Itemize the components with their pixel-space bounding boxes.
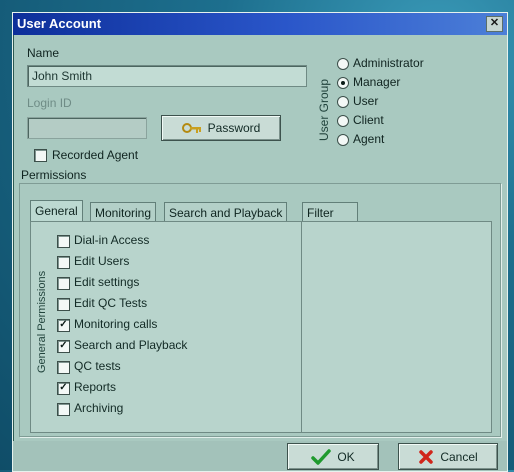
perm-edit-qc-tests-checkbox[interactable] — [57, 298, 70, 311]
radio-manager[interactable] — [337, 77, 349, 89]
perm-search-and-playback-checkbox[interactable]: ✓ — [57, 340, 70, 353]
radio-client-label: Client — [353, 113, 384, 127]
radio-user-label: User — [353, 94, 379, 108]
permissions-label: Permissions — [21, 168, 87, 182]
cancel-x-icon — [419, 449, 434, 464]
name-field[interactable]: John Smith — [27, 65, 307, 87]
perm-edit-users-checkbox[interactable] — [57, 256, 70, 269]
recorded-agent-checkbox[interactable] — [34, 149, 47, 162]
radio-agent-label: Agent — [353, 132, 385, 146]
perm-reports-label: Reports — [74, 380, 117, 394]
name-label: Name — [27, 46, 60, 60]
radio-administrator[interactable] — [337, 58, 349, 70]
radio-user[interactable] — [337, 96, 349, 108]
radio-administrator-label: Administrator — [353, 56, 424, 70]
window-title: User Account — [17, 16, 102, 31]
radio-selected-dot — [341, 81, 345, 85]
title-bar[interactable]: User Account ✕ — [13, 13, 507, 35]
tab-general[interactable]: General — [30, 200, 83, 222]
perm-search-and-playback-label: Search and Playback — [74, 338, 188, 352]
recorded-agent-label: Recorded Agent — [52, 148, 139, 162]
perm-dial-in-access-checkbox[interactable] — [57, 235, 70, 248]
radio-client[interactable] — [337, 115, 349, 127]
checkmark-icon — [311, 448, 332, 465]
ok-button-label: OK — [337, 449, 355, 464]
perm-monitoring-calls-label: Monitoring calls — [74, 317, 158, 331]
perm-edit-settings-checkbox[interactable] — [57, 277, 70, 290]
password-button[interactable]: Password — [161, 115, 281, 141]
perm-reports-checkbox[interactable]: ✓ — [57, 382, 70, 395]
cancel-button[interactable]: Cancel — [398, 443, 498, 470]
key-icon — [181, 123, 201, 133]
perm-archiving-label: Archiving — [74, 401, 124, 415]
general-permissions-label: General Permissions — [36, 270, 48, 373]
user-account-window: User Account ✕ Name John Smith Login ID … — [12, 12, 508, 472]
login-label: Login ID — [27, 96, 72, 110]
cancel-button-label: Cancel — [440, 449, 478, 464]
perm-edit-qc-tests-label: Edit QC Tests — [74, 296, 148, 310]
password-button-label: Password — [207, 121, 261, 135]
perm-edit-settings-label: Edit settings — [74, 275, 140, 289]
user-group-label: User Group — [317, 78, 331, 141]
tab-search-and-playback[interactable]: Search and Playback — [164, 202, 288, 222]
perm-archiving-checkbox[interactable] — [57, 403, 70, 416]
radio-manager-label: Manager — [353, 75, 401, 89]
tab-monitoring[interactable]: Monitoring — [90, 202, 157, 222]
perm-edit-users-label: Edit Users — [74, 254, 130, 268]
radio-agent[interactable] — [337, 134, 349, 146]
tab-filter[interactable]: Filter — [302, 202, 358, 222]
ok-button[interactable]: OK — [287, 443, 379, 470]
perm-qc-tests-label: QC tests — [74, 359, 121, 373]
perm-dial-in-access-label: Dial-in Access — [74, 233, 150, 247]
perm-qc-tests-checkbox[interactable] — [57, 361, 70, 374]
panel-divider — [301, 222, 302, 432]
close-button[interactable]: ✕ — [486, 16, 503, 32]
perm-monitoring-calls-checkbox[interactable]: ✓ — [57, 319, 70, 332]
login-field[interactable] — [27, 117, 147, 139]
